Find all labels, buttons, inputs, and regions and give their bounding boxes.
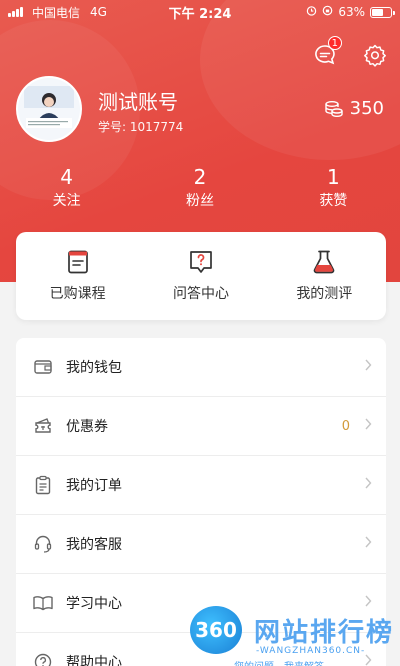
menu-item-label: 我的钱包	[66, 360, 122, 376]
coin-stack-icon	[324, 100, 343, 117]
menu-item-coupon[interactable]: 优惠券 0	[16, 397, 386, 456]
alarm-icon	[306, 5, 317, 19]
open-book-icon	[32, 592, 54, 614]
qa-center-button[interactable]: 问答中心	[139, 232, 262, 320]
flask-icon	[314, 250, 335, 274]
coupon-icon	[32, 415, 54, 437]
help-icon	[32, 651, 54, 666]
message-badge: 1	[327, 36, 342, 50]
battery-percent: 63%	[338, 5, 365, 19]
stat-label: 粉丝	[185, 193, 214, 209]
quick-action-label: 问答中心	[172, 286, 229, 302]
stat-following[interactable]: 4 关注	[0, 166, 133, 210]
student-id: 学号: 1017774	[98, 120, 184, 134]
menu-item-label: 我的订单	[66, 478, 122, 494]
quick-action-label: 我的测评	[296, 286, 353, 302]
quick-action-label: 已购课程	[49, 286, 106, 302]
coupon-count: 0	[341, 418, 350, 434]
stat-value: 2	[193, 165, 207, 189]
lock-rotation-icon	[322, 5, 333, 19]
status-bar: 中国电信 4G 下午 2:24 63%	[0, 0, 400, 24]
menu-item-orders[interactable]: 我的订单	[16, 456, 386, 515]
wallet-icon	[32, 356, 54, 378]
watermark-logo: 360	[190, 606, 242, 654]
avatar[interactable]	[16, 76, 82, 142]
points-balance[interactable]: 350	[324, 98, 384, 119]
message-button[interactable]: 1	[312, 36, 342, 68]
menu-item-label: 优惠券	[66, 419, 108, 435]
user-name[interactable]: 测试账号	[98, 86, 178, 115]
course-book-icon	[67, 250, 88, 274]
settings-button[interactable]	[362, 42, 388, 68]
stat-label: 关注	[52, 193, 81, 209]
carrier-name: 中国电信	[32, 5, 81, 20]
avatar-image	[18, 78, 80, 140]
stat-likes[interactable]: 1 获赞	[267, 166, 400, 210]
my-assessment-button[interactable]: 我的测评	[263, 232, 386, 320]
watermark-subtitle: 您的问题，我来解答	[234, 658, 324, 666]
purchased-courses-button[interactable]: 已购课程	[16, 232, 139, 320]
points-value: 350	[349, 98, 384, 119]
headset-icon	[32, 533, 54, 555]
chevron-right-icon	[364, 477, 372, 493]
stat-followers[interactable]: 2 粉丝	[133, 166, 266, 210]
chevron-right-icon	[364, 418, 372, 434]
qa-chat-icon	[190, 251, 212, 273]
quick-actions-card: 已购课程 问答中心 我的测评	[16, 232, 386, 320]
network-type: 4G	[90, 5, 107, 19]
site-watermark: 360 网站排行榜 -WANGZHAN360.CN- 您的问题，我来解答	[190, 602, 400, 666]
order-clipboard-icon	[32, 474, 54, 496]
stat-value: 1	[326, 165, 340, 189]
gear-icon	[364, 44, 386, 67]
menu-item-label: 我的客服	[66, 537, 122, 553]
watermark-title: 网站排行榜	[254, 618, 395, 648]
menu-item-wallet[interactable]: 我的钱包	[16, 338, 386, 397]
watermark-url: -WANGZHAN360.CN-	[256, 646, 366, 656]
chevron-right-icon	[364, 536, 372, 552]
stat-label: 获赞	[319, 193, 348, 209]
signal-icon	[8, 7, 23, 17]
stats-row: 4 关注 2 粉丝 1 获赞	[0, 166, 400, 210]
chevron-right-icon	[364, 359, 372, 375]
battery-icon	[370, 6, 395, 18]
decor-circle	[200, 0, 400, 160]
menu-item-customer-service[interactable]: 我的客服	[16, 515, 386, 574]
stat-value: 4	[60, 165, 74, 189]
